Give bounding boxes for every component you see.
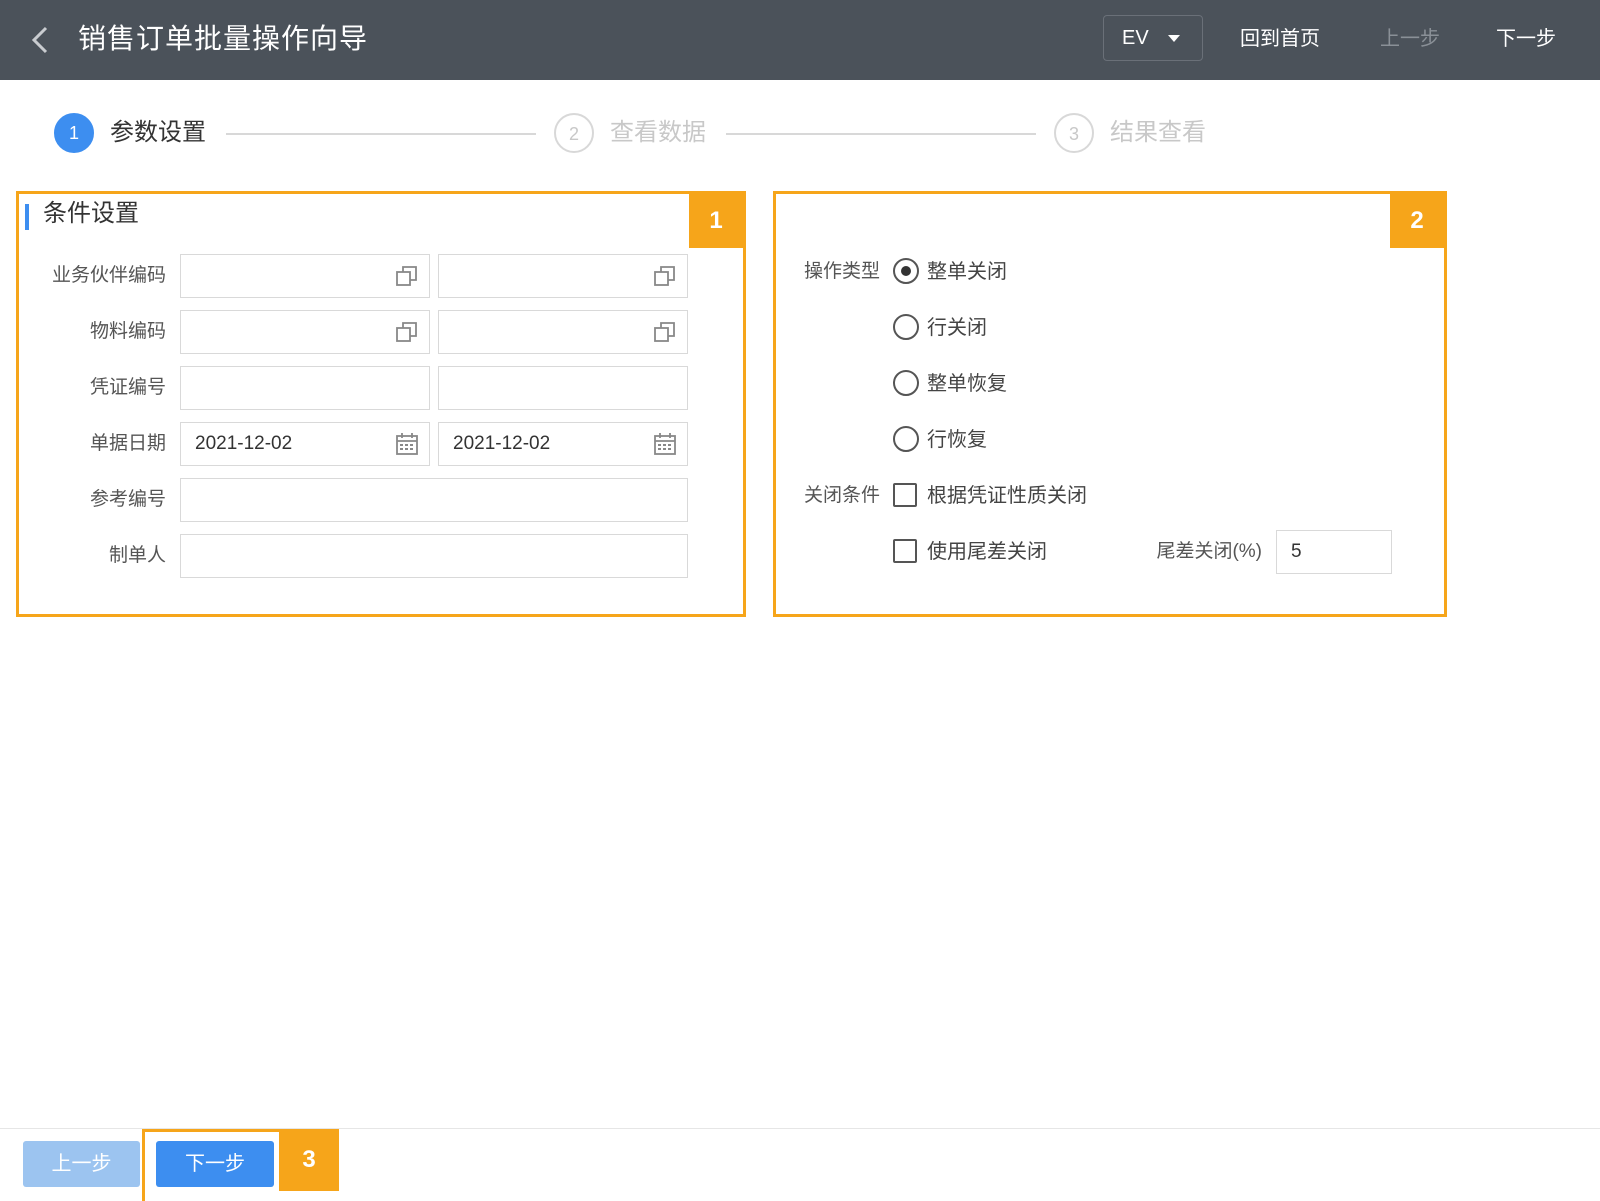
- top-bar: 销售订单批量操作向导 EV 回到首页 上一步 下一步: [0, 0, 1600, 80]
- radio-close-line[interactable]: 行关闭: [893, 313, 1093, 343]
- callout-badge: 3: [279, 1129, 339, 1191]
- lookup-icon[interactable]: [395, 264, 419, 288]
- step-3-label: 结果查看: [1110, 119, 1206, 146]
- checkbox-icon[interactable]: [893, 483, 917, 507]
- voucher-number-to-input[interactable]: [438, 366, 688, 410]
- prev-button[interactable]: 上一步: [23, 1141, 140, 1187]
- language-select[interactable]: EV: [1103, 15, 1203, 61]
- lookup-icon[interactable]: [653, 264, 677, 288]
- step-connector: [226, 133, 536, 135]
- creator-label: 制单人: [108, 545, 166, 566]
- reference-number-input[interactable]: [180, 478, 688, 522]
- partner-code-label: 业务伙伴编码: [51, 265, 166, 286]
- step-2-label: 查看数据: [610, 119, 706, 146]
- partner-code-to-input[interactable]: [438, 254, 688, 298]
- lookup-icon[interactable]: [395, 320, 419, 344]
- wizard-steps: 1 参数设置 2 查看数据 3 结果查看: [54, 113, 1254, 155]
- page-title: 销售订单批量操作向导: [78, 23, 369, 54]
- close-condition-label: 关闭条件: [803, 485, 880, 506]
- material-code-label: 物料编码: [89, 321, 166, 342]
- calendar-icon[interactable]: [653, 432, 677, 456]
- section-title: 条件设置: [43, 200, 139, 227]
- radio-unchecked-icon[interactable]: [893, 314, 919, 340]
- callout-badge: 2: [1390, 194, 1444, 248]
- tolerance-percent-label: 尾差关闭(%): [1156, 541, 1262, 562]
- radio-unchecked-icon[interactable]: [893, 426, 919, 452]
- document-date-to-input[interactable]: 2021-12-02: [438, 422, 688, 466]
- creator-input[interactable]: [180, 534, 688, 578]
- checkbox-use-tolerance[interactable]: 使用尾差关闭: [893, 537, 1093, 567]
- date-from-value: 2021-12-02: [195, 433, 293, 454]
- home-link[interactable]: 回到首页: [1240, 24, 1320, 54]
- top-next-button[interactable]: 下一步: [1496, 24, 1556, 54]
- operation-type-label: 操作类型: [803, 261, 880, 282]
- conditions-panel: 条件设置 1 业务伙伴编码 物料编码 凭证编号 单据日期 2021-12-02 …: [16, 191, 746, 617]
- material-code-to-input[interactable]: [438, 310, 688, 354]
- callout-badge: 1: [689, 194, 743, 248]
- radio-restore-line[interactable]: 行恢复: [893, 425, 1093, 455]
- radio-close-order[interactable]: 整单关闭: [893, 257, 1093, 287]
- tolerance-percent-input[interactable]: 5: [1276, 530, 1392, 574]
- step-1-number: 1: [54, 113, 94, 153]
- bottom-bar: 上一步 下一步 3: [0, 1128, 1600, 1201]
- step-2-number: 2: [554, 113, 594, 153]
- date-to-value: 2021-12-02: [453, 433, 551, 454]
- calendar-icon[interactable]: [395, 432, 419, 456]
- voucher-number-from-input[interactable]: [180, 366, 430, 410]
- checkbox-icon[interactable]: [893, 539, 917, 563]
- caret-down-icon: [1168, 35, 1180, 42]
- document-date-from-input[interactable]: 2021-12-02: [180, 422, 430, 466]
- back-icon[interactable]: [26, 22, 56, 58]
- step-1-label: 参数设置: [110, 119, 206, 146]
- language-value: EV: [1122, 27, 1149, 49]
- radio-unchecked-icon[interactable]: [893, 370, 919, 396]
- operation-panel: 2 操作类型 整单关闭 行关闭 整单恢复 行恢复 关闭条件 根据凭证性质关闭 使…: [773, 191, 1447, 617]
- next-button[interactable]: 下一步: [156, 1141, 274, 1187]
- radio-checked-icon[interactable]: [893, 258, 919, 284]
- top-prev-button[interactable]: 上一步: [1380, 24, 1440, 54]
- step-connector: [726, 133, 1036, 135]
- radio-restore-order[interactable]: 整单恢复: [893, 369, 1093, 399]
- lookup-icon[interactable]: [653, 320, 677, 344]
- step-3-number: 3: [1054, 113, 1094, 153]
- reference-number-label: 参考编号: [89, 489, 166, 510]
- partner-code-from-input[interactable]: [180, 254, 430, 298]
- voucher-number-label: 凭证编号: [89, 377, 166, 398]
- document-date-label: 单据日期: [89, 433, 166, 454]
- checkbox-by-voucher-nature[interactable]: 根据凭证性质关闭: [893, 481, 1133, 511]
- material-code-from-input[interactable]: [180, 310, 430, 354]
